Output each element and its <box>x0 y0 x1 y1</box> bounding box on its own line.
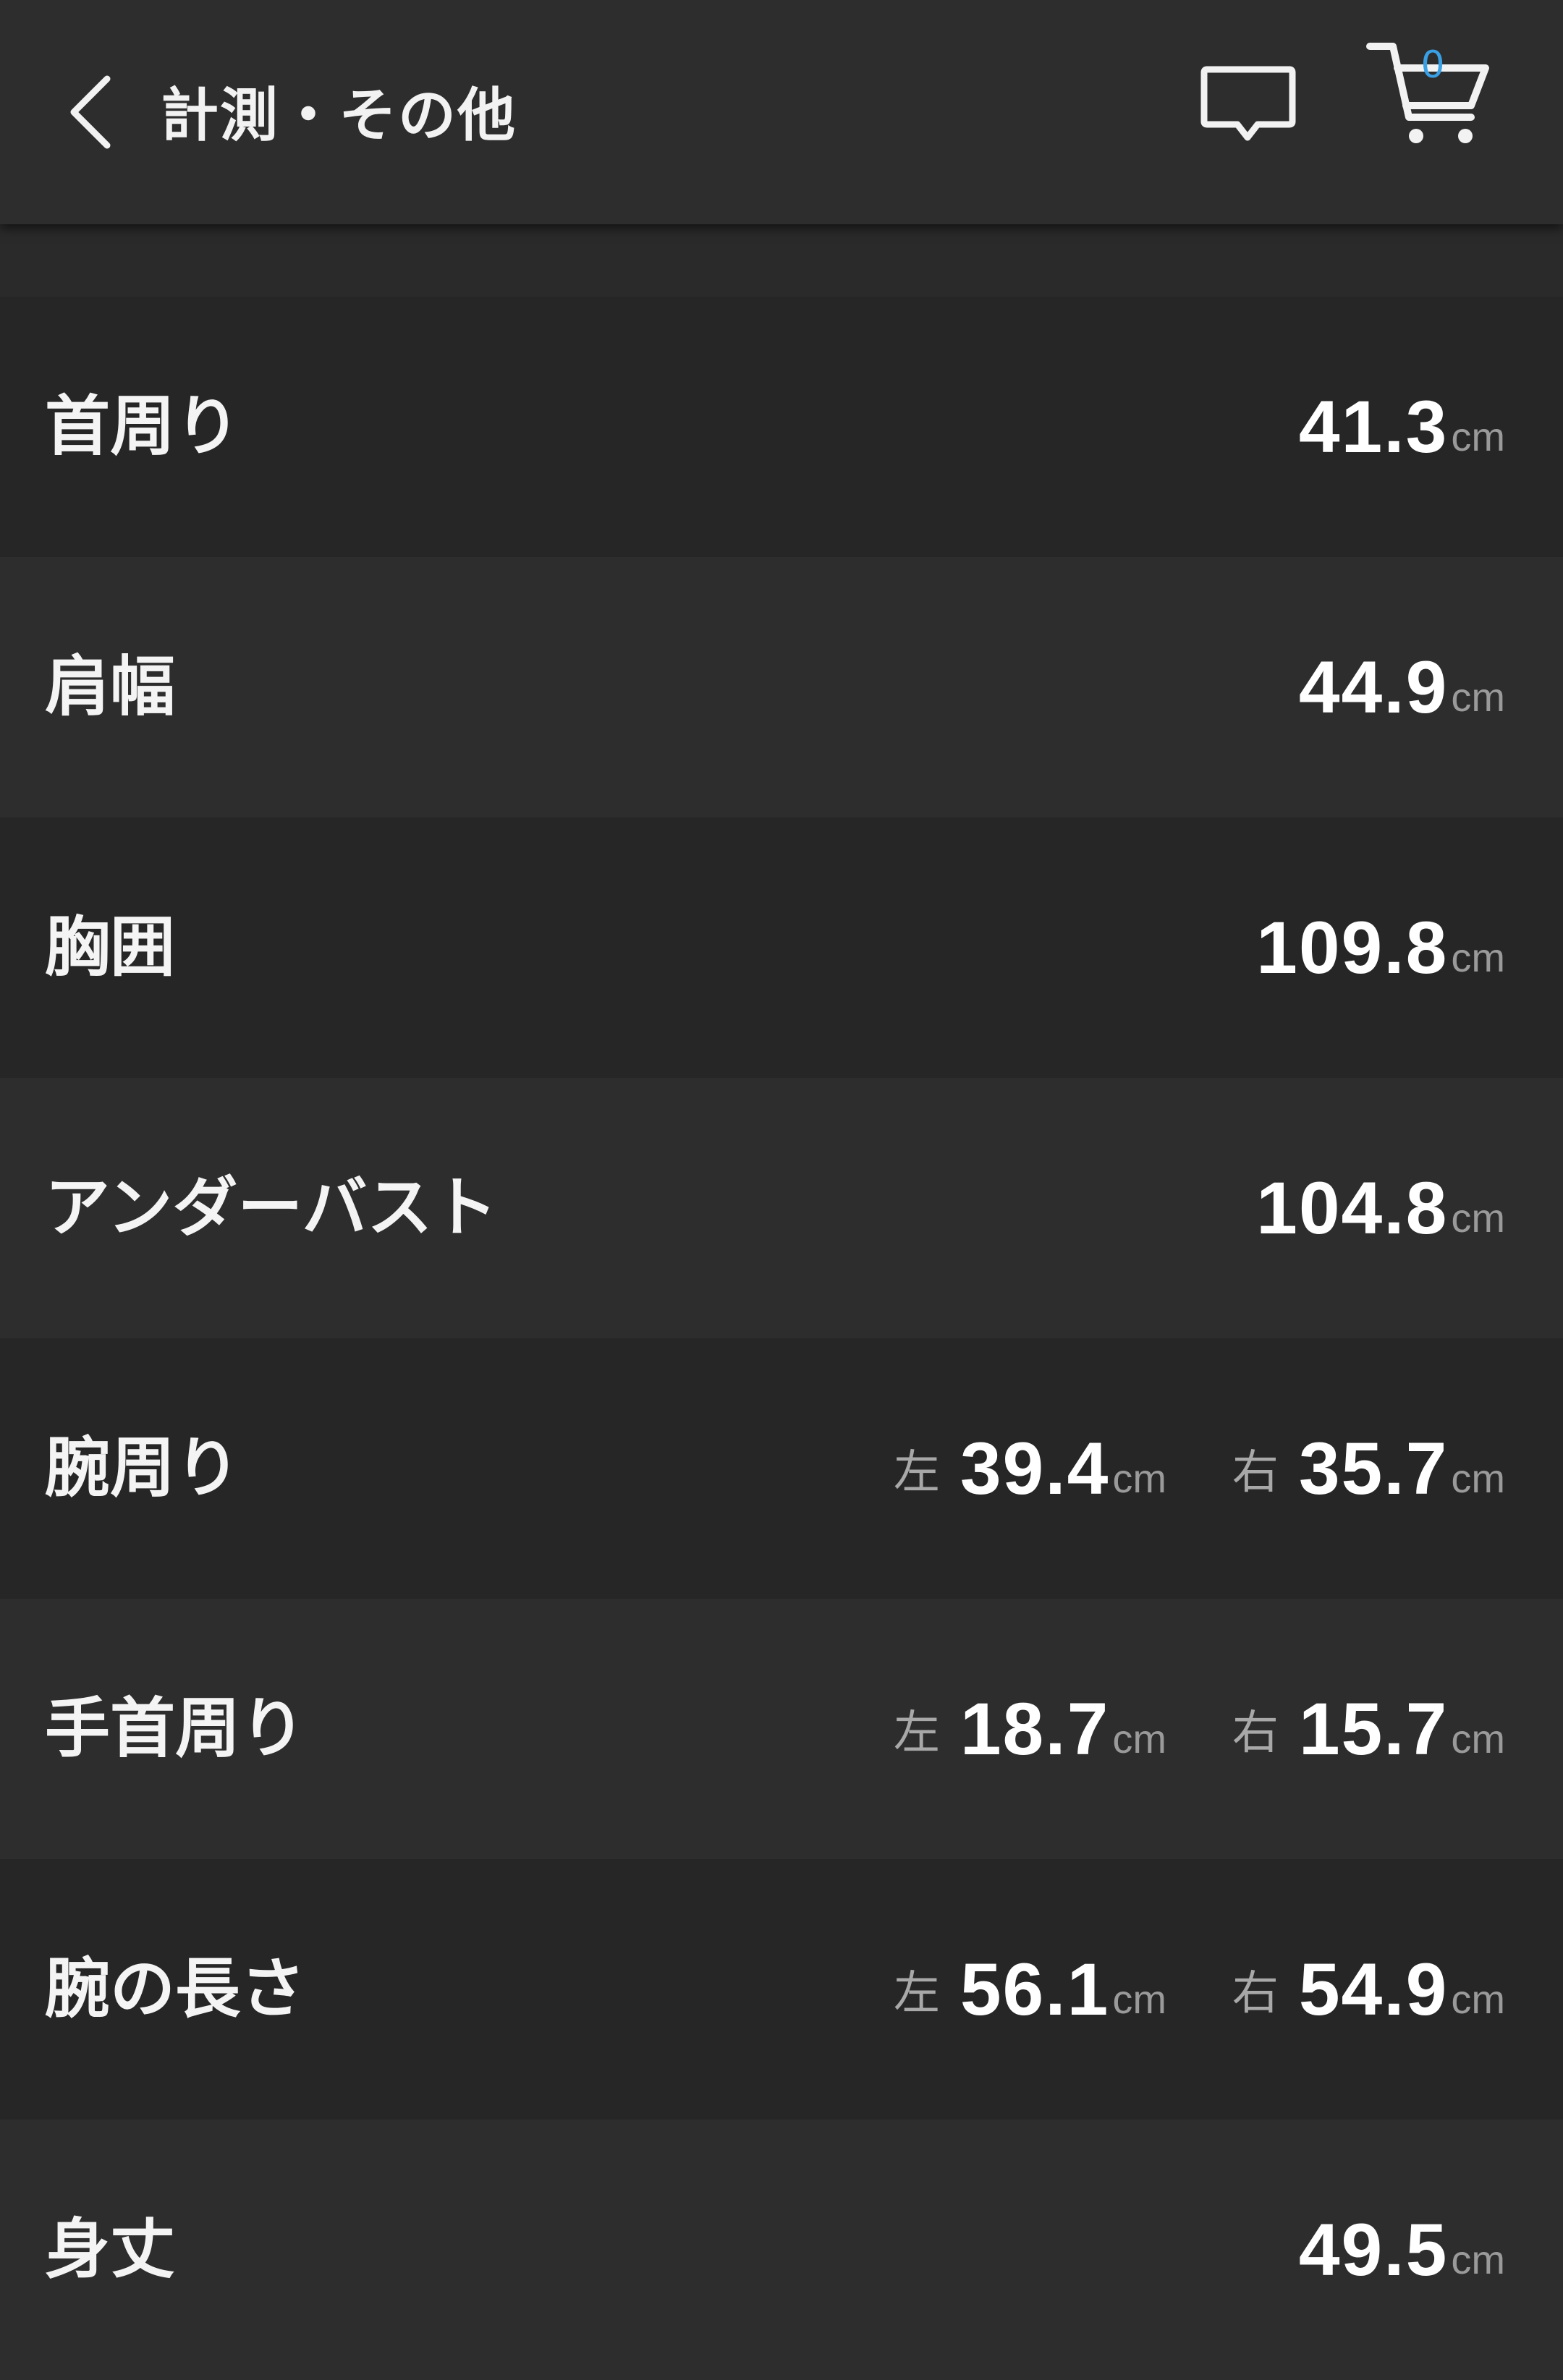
chevron-left-icon <box>70 75 111 149</box>
side-label-left: 左 <box>893 1446 940 1500</box>
list-top-spacer <box>0 224 1563 297</box>
value-unit: cm <box>1451 2236 1505 2282</box>
measurement-row-wrist: 手首周り 左 18.7 cm 右 15.7 cm <box>0 1599 1563 1859</box>
value-unit: cm <box>1112 1715 1166 1761</box>
measurement-label: 胸囲 <box>45 909 175 985</box>
value-unit: cm <box>1451 673 1505 720</box>
value-number: 109.8 <box>1256 906 1449 989</box>
value-number: 39.4 <box>960 1427 1110 1510</box>
value-unit: cm <box>1451 1194 1505 1241</box>
measurement-label: 肩幅 <box>45 649 175 725</box>
measurement-label: 腕の長さ <box>45 1951 305 2027</box>
chat-bubble-icon <box>1200 66 1296 141</box>
measurement-row-shoulder: 肩幅 44.9 cm <box>0 557 1563 817</box>
measurement-value-right: 右 54.9 cm <box>1232 1859 1505 2120</box>
value-number: 49.5 <box>1298 2208 1449 2291</box>
value-unit: cm <box>1112 1455 1166 1501</box>
measurement-label: 手首周り <box>45 1691 305 1767</box>
measurement-label: 腕周り <box>45 1430 240 1506</box>
measurement-value-left: 左 56.1 cm <box>894 1859 1166 2120</box>
measurement-row-body-length: 身丈 49.5 cm <box>0 2120 1563 2380</box>
measurement-row-chest: 胸囲 109.8 cm <box>0 817 1563 1078</box>
side-label-left: 左 <box>893 1707 940 1760</box>
value-number: 15.7 <box>1298 1687 1449 1770</box>
measurement-row-underbust: アンダーバスト 104.8 cm <box>0 1078 1563 1338</box>
measurement-value-right: 右 15.7 cm <box>1232 1599 1505 1859</box>
measurement-value: 41.3 cm <box>1299 297 1505 557</box>
back-button[interactable] <box>58 69 123 156</box>
chat-button[interactable] <box>1194 58 1302 152</box>
measurement-value: 109.8 cm <box>1256 817 1505 1078</box>
value-unit: cm <box>1451 1976 1505 2022</box>
measurement-row-neck: 首周り 41.3 cm <box>0 297 1563 557</box>
measurement-label: アンダーバスト <box>45 1170 498 1246</box>
measurement-label: 身丈 <box>45 2211 175 2287</box>
measurement-value-left: 左 18.7 cm <box>894 1599 1166 1859</box>
value-unit: cm <box>1451 1715 1505 1761</box>
side-label-right: 右 <box>1232 1707 1279 1760</box>
value-number: 41.3 <box>1298 385 1449 468</box>
side-label-right: 右 <box>1232 1967 1279 2020</box>
measurement-row-arm: 腕周り 左 39.4 cm 右 35.7 cm <box>0 1338 1563 1599</box>
measurement-list: 首周り 41.3 cm 肩幅 44.9 cm 胸囲 109.8 cm アンダーバ… <box>0 224 1563 2380</box>
value-number: 35.7 <box>1298 1427 1449 1510</box>
value-unit: cm <box>1451 413 1505 459</box>
value-number: 18.7 <box>960 1687 1110 1770</box>
value-unit: cm <box>1451 934 1505 980</box>
app-header: 計測・その他 0 <box>0 0 1563 224</box>
measurement-value-left: 左 39.4 cm <box>894 1338 1166 1599</box>
measurement-value-right: 右 35.7 cm <box>1232 1338 1505 1599</box>
value-number: 56.1 <box>960 1947 1110 2031</box>
page-title: 計測・その他 <box>161 82 517 149</box>
value-number: 54.9 <box>1298 1947 1449 2031</box>
cart-count-badge: 0 <box>1420 43 1445 87</box>
measurement-label: 首周り <box>45 388 240 464</box>
measurement-value: 44.9 cm <box>1299 557 1505 817</box>
side-label-right: 右 <box>1232 1446 1279 1500</box>
value-unit: cm <box>1451 1455 1505 1501</box>
value-number: 104.8 <box>1256 1166 1449 1249</box>
side-label-left: 左 <box>893 1967 940 2020</box>
measurement-value: 104.8 cm <box>1256 1078 1505 1338</box>
value-unit: cm <box>1112 1976 1166 2022</box>
measurement-row-arm-length: 腕の長さ 左 56.1 cm 右 54.9 cm <box>0 1859 1563 2120</box>
value-number: 44.9 <box>1298 645 1449 728</box>
measurement-value: 49.5 cm <box>1299 2120 1505 2380</box>
